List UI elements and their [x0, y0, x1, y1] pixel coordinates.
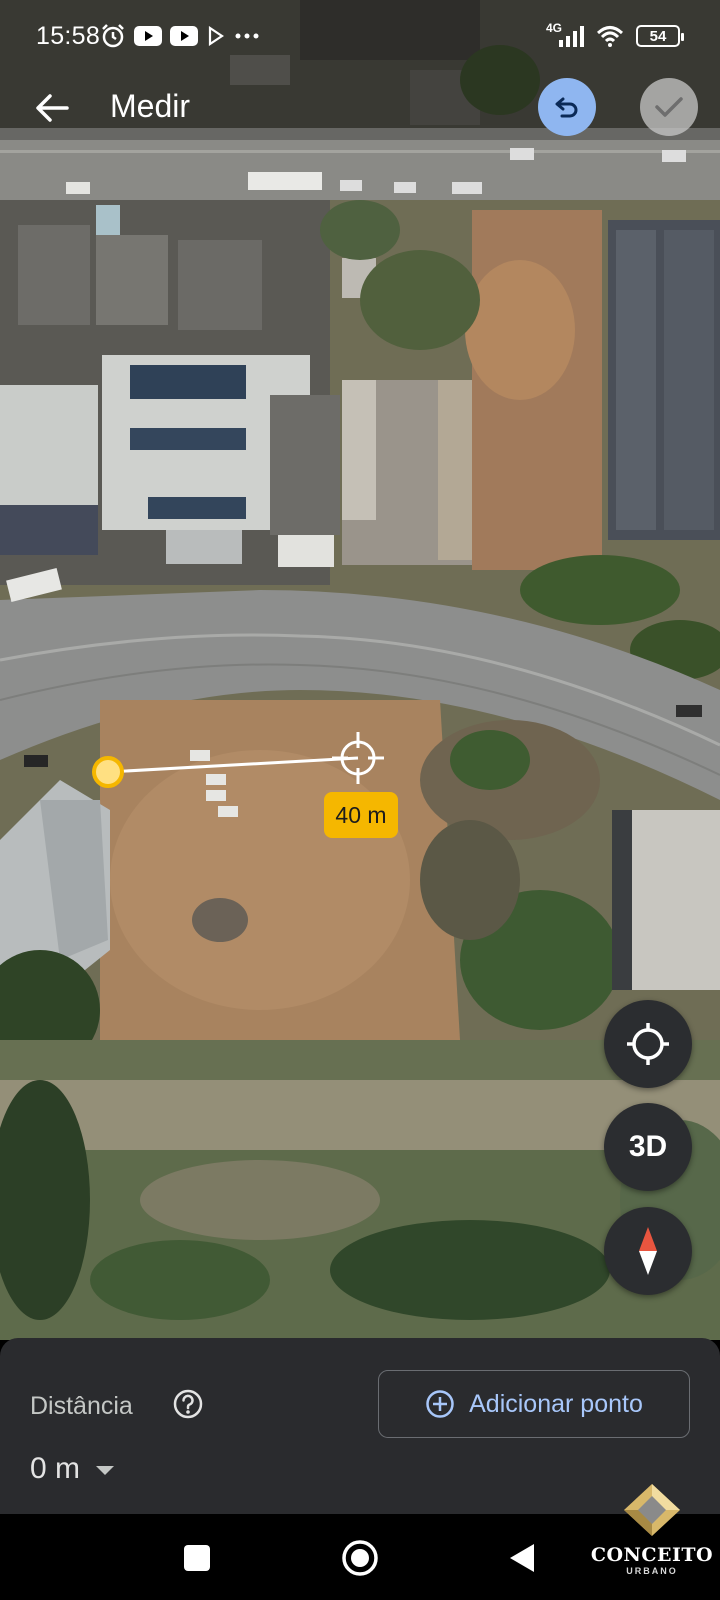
- wifi-icon: [596, 25, 624, 47]
- youtube-icon: [170, 26, 198, 46]
- add-circle-icon: [426, 1390, 454, 1418]
- my-location-button[interactable]: [604, 1000, 692, 1088]
- youtube-icon: [134, 26, 162, 46]
- view-3d-button[interactable]: 3D: [604, 1103, 692, 1191]
- diamond-logo-icon: [624, 1484, 680, 1536]
- undo-icon: [555, 97, 578, 118]
- segment-length-label: 40 m: [324, 792, 398, 838]
- triangle-back-icon: [510, 1544, 534, 1572]
- watermark-logo: CONCEITO URBANO: [588, 1480, 716, 1590]
- confirm-button[interactable]: [640, 78, 698, 136]
- nav-back-button[interactable]: [502, 1538, 542, 1578]
- check-icon: [655, 97, 683, 117]
- add-point-label: Adicionar ponto: [469, 1389, 643, 1418]
- my-location-icon: [627, 1023, 669, 1065]
- circle-home-icon: [342, 1540, 378, 1576]
- arrow-back-icon: [36, 94, 69, 122]
- notification-icons: [100, 20, 260, 52]
- back-button[interactable]: [28, 84, 76, 132]
- status-time: 15:58: [36, 22, 101, 50]
- chevron-down-icon[interactable]: [96, 1466, 114, 1475]
- page-title: Medir: [110, 88, 191, 124]
- add-point-button[interactable]: Adicionar ponto: [378, 1370, 690, 1438]
- signal-icon: 4G: [546, 21, 584, 47]
- home-button[interactable]: [340, 1538, 380, 1578]
- system-icons: 4G 54: [546, 20, 684, 52]
- square-icon: [184, 1545, 210, 1571]
- play-store-icon: [206, 26, 226, 46]
- watermark-name: CONCEITO: [590, 1544, 714, 1566]
- status-bar: 15:58 4G 54: [0, 0, 720, 72]
- network-type: 4G: [545, 21, 562, 35]
- alarm-icon: [100, 23, 126, 49]
- more-notifications-icon: [234, 32, 260, 40]
- recents-button[interactable]: [177, 1538, 217, 1578]
- undo-button[interactable]: [538, 78, 596, 136]
- distance-value[interactable]: 0 m: [30, 1452, 80, 1486]
- distance-label: Distância: [30, 1392, 133, 1420]
- watermark-subtitle: URBANO: [626, 1566, 678, 1576]
- battery-icon: 54: [636, 25, 684, 47]
- help-icon[interactable]: [172, 1388, 204, 1420]
- compass-icon: [639, 1227, 657, 1275]
- compass-button[interactable]: [604, 1207, 692, 1295]
